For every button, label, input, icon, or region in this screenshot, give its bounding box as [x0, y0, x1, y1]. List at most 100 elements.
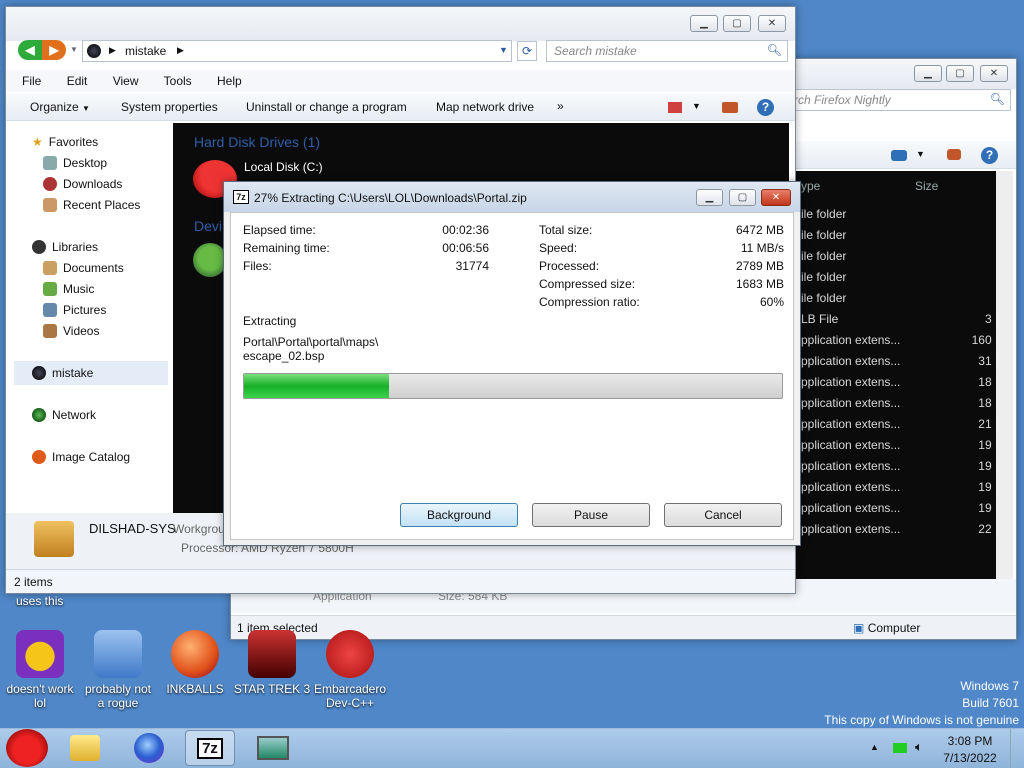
- refresh-icon[interactable]: ⟳: [517, 41, 537, 61]
- bg-minimize-button[interactable]: ▁: [914, 65, 942, 82]
- map-network-drive-button[interactable]: Map network drive: [436, 100, 534, 114]
- breadcrumb-arrow-icon[interactable]: ▶: [109, 45, 116, 56]
- row-type[interactable]: pplication extens...: [801, 459, 900, 473]
- nav-recent-places[interactable]: Recent Places: [43, 198, 140, 212]
- explorer-titlebar[interactable]: [6, 7, 795, 41]
- taskbar-7zip[interactable]: 7z: [185, 730, 235, 766]
- desktop-icon-inkballs[interactable]: INKBALLS: [155, 630, 235, 696]
- nav-videos[interactable]: Videos: [43, 324, 99, 338]
- cancel-button[interactable]: Cancel: [664, 503, 782, 527]
- dialog-title: 27% Extracting C:\Users\LOL\Downloads\Po…: [254, 191, 527, 205]
- bg-close-button[interactable]: ✕: [980, 65, 1008, 82]
- bg-search-box[interactable]: rch Firefox Nightly 🔍︎: [791, 89, 1011, 111]
- view-dropdown-icon[interactable]: ▼: [916, 149, 925, 159]
- close-button[interactable]: ✕: [758, 15, 786, 32]
- bg-file-list[interactable]: ype Size ile folder ile folder ile folder i…: [791, 171, 1013, 609]
- bg-scrollbar[interactable]: [996, 171, 1013, 609]
- menu-file[interactable]: File: [22, 74, 41, 88]
- extract-dialog[interactable]: 7z 27% Extracting C:\Users\LOL\Downloads…: [223, 181, 801, 546]
- help-icon[interactable]: ?: [981, 147, 998, 164]
- stat-label: Elapsed time:: [243, 223, 316, 237]
- nav-mistake[interactable]: mistake: [14, 361, 168, 385]
- dialog-close-button[interactable]: ✕: [761, 189, 791, 206]
- pause-button[interactable]: Pause: [532, 503, 650, 527]
- uninstall-program-button[interactable]: Uninstall or change a program: [246, 100, 407, 114]
- help-icon[interactable]: ?: [757, 99, 774, 116]
- clock[interactable]: 3:08 PM 7/13/2022: [940, 733, 1000, 767]
- column-header-type[interactable]: ype: [801, 179, 820, 193]
- battery-icon[interactable]: [893, 743, 907, 753]
- recent-pages-icon[interactable]: ▼: [70, 45, 78, 54]
- row-type[interactable]: ile folder: [801, 270, 846, 284]
- row-type[interactable]: pplication extens...: [801, 375, 900, 389]
- row-type[interactable]: pplication extens...: [801, 522, 900, 536]
- forward-button[interactable]: ▶: [42, 40, 66, 60]
- nav-network[interactable]: Network: [32, 408, 96, 422]
- nav-documents[interactable]: Documents: [43, 261, 124, 275]
- taskbar-explorer[interactable]: [60, 730, 110, 766]
- address-dropdown-icon[interactable]: ▼: [499, 45, 508, 55]
- taskbar-system[interactable]: [248, 730, 298, 766]
- more-commands-button[interactable]: »: [557, 99, 564, 113]
- row-type[interactable]: pplication extens...: [801, 396, 900, 410]
- row-type[interactable]: pplication extens...: [801, 438, 900, 452]
- menu-view[interactable]: View: [113, 74, 139, 88]
- view-icon[interactable]: [891, 150, 907, 161]
- local-disk-label[interactable]: Local Disk (C:): [244, 160, 323, 174]
- menu-tools[interactable]: Tools: [164, 74, 192, 88]
- desktop-icon-rogue[interactable]: probably not a rogue: [78, 630, 158, 710]
- row-type[interactable]: ile folder: [801, 228, 846, 242]
- nav-favorites[interactable]: ★ Favorites: [32, 135, 98, 149]
- show-desktop-button[interactable]: [1010, 729, 1024, 768]
- preview-pane-icon[interactable]: [722, 102, 738, 113]
- nav-libraries[interactable]: Libraries: [32, 240, 98, 254]
- row-type[interactable]: ile folder: [801, 291, 846, 305]
- preview-pane-icon[interactable]: [947, 149, 961, 160]
- bg-maximize-button[interactable]: ▢: [946, 65, 974, 82]
- address-bar[interactable]: ▶ mistake ▶ ▼: [82, 40, 512, 62]
- column-header-size[interactable]: Size: [915, 179, 938, 193]
- start-button[interactable]: [6, 729, 48, 767]
- dialog-maximize-button[interactable]: ▢: [729, 189, 756, 206]
- gear-monitor-icon: [94, 630, 142, 678]
- menu-help[interactable]: Help: [217, 74, 242, 88]
- volume-icon[interactable]: 🔈︎: [915, 739, 923, 755]
- desktop-icon-star-trek[interactable]: STAR TREK 3: [232, 630, 312, 696]
- section-devices[interactable]: Devi: [194, 218, 222, 234]
- dialog-minimize-button[interactable]: ▁: [696, 189, 723, 206]
- system-properties-button[interactable]: System properties: [121, 100, 218, 114]
- background-button[interactable]: Background: [400, 503, 518, 527]
- nav-music[interactable]: Music: [43, 282, 94, 296]
- videos-icon: [43, 324, 57, 338]
- dialog-titlebar[interactable]: 7z 27% Extracting C:\Users\LOL\Downloads…: [224, 182, 800, 212]
- breadcrumb-arrow-icon[interactable]: ▶: [177, 45, 184, 56]
- view-dropdown-icon[interactable]: ▼: [692, 101, 701, 111]
- view-options-icon[interactable]: [668, 102, 682, 113]
- maximize-button[interactable]: ▢: [723, 15, 751, 32]
- row-type[interactable]: ile folder: [801, 249, 846, 263]
- desktop-icon-devcpp[interactable]: Embarcadero Dev-C++: [310, 630, 390, 710]
- minimize-button[interactable]: ▁: [690, 15, 718, 32]
- search-box[interactable]: Search mistake 🔍︎: [546, 40, 788, 62]
- nav-pictures[interactable]: Pictures: [43, 303, 106, 317]
- back-button[interactable]: ◀: [18, 40, 42, 60]
- row-type[interactable]: pplication extens...: [801, 333, 900, 347]
- menu-edit[interactable]: Edit: [67, 74, 88, 88]
- row-type[interactable]: pplication extens...: [801, 480, 900, 494]
- row-type[interactable]: pplication extens...: [801, 354, 900, 368]
- show-hidden-icons[interactable]: ▲: [870, 742, 879, 752]
- row-type[interactable]: pplication extens...: [801, 501, 900, 515]
- desktop-icon-yahoo[interactable]: doesn't work lol: [0, 630, 80, 710]
- section-hard-disk-drives[interactable]: Hard Disk Drives (1): [194, 134, 320, 150]
- current-path-line2: escape_02.bsp: [243, 349, 325, 363]
- taskbar-firefox[interactable]: [124, 730, 174, 766]
- nav-image-catalog[interactable]: Image Catalog: [32, 450, 130, 464]
- row-type[interactable]: LB File: [801, 312, 838, 326]
- chevron-down-icon: ▼: [82, 104, 90, 113]
- nav-downloads[interactable]: Downloads: [43, 177, 122, 191]
- breadcrumb-mistake[interactable]: mistake: [125, 44, 166, 58]
- row-type[interactable]: pplication extens...: [801, 417, 900, 431]
- organize-button[interactable]: Organize ▼: [30, 100, 90, 114]
- row-type[interactable]: ile folder: [801, 207, 846, 221]
- nav-desktop[interactable]: Desktop: [43, 156, 107, 170]
